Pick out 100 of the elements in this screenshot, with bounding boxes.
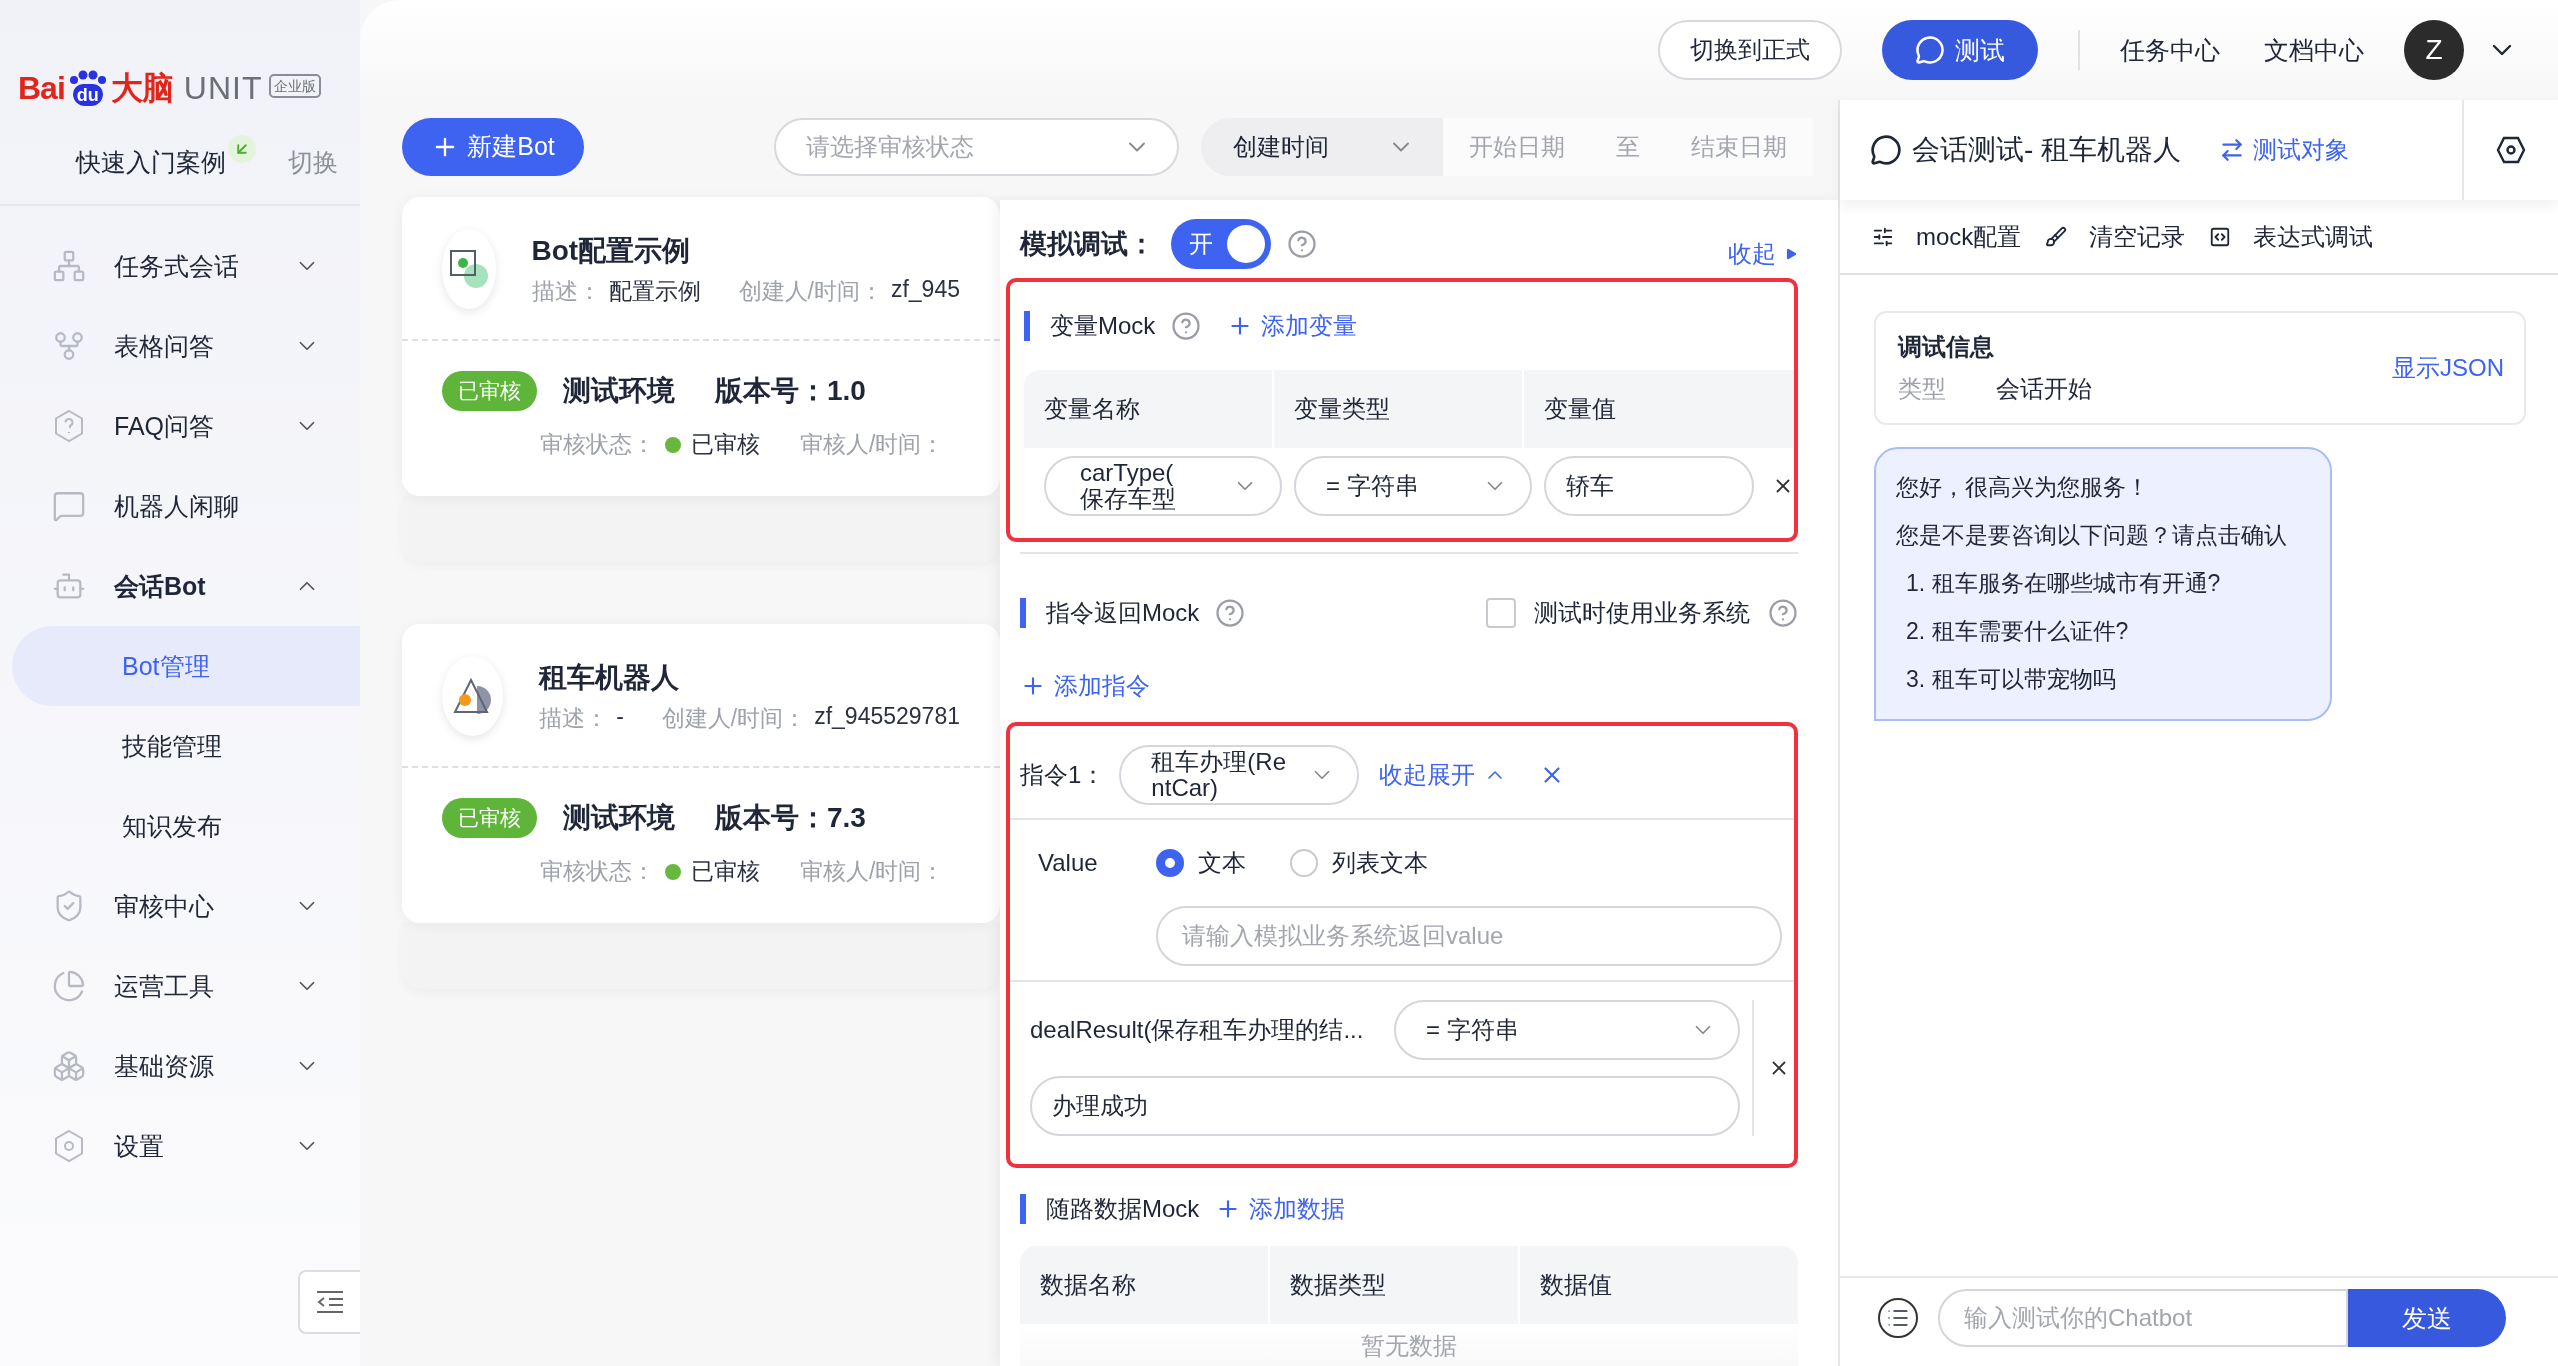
- radio-option[interactable]: 文本: [1156, 847, 1246, 879]
- hexagon-question-icon: [52, 409, 86, 443]
- help-icon[interactable]: [1215, 598, 1246, 628]
- submenu-item[interactable]: 技能管理: [12, 706, 360, 786]
- indent-icon: [315, 1289, 345, 1315]
- checkbox[interactable]: [1486, 598, 1516, 628]
- menu-item[interactable]: 会话Bot: [0, 546, 360, 626]
- menu-item[interactable]: FAQ问答: [0, 386, 360, 466]
- add-data-link[interactable]: 添加数据: [1215, 1193, 1346, 1225]
- suggested-question[interactable]: 1. 租车服务在哪些城市有开通?: [1896, 559, 2310, 607]
- type-label: 类型: [1898, 374, 1946, 404]
- chat-bubble-icon: [1915, 35, 1945, 65]
- menu-item[interactable]: 表格问答: [0, 306, 360, 386]
- boxes-icon: [52, 1049, 86, 1083]
- bot-card[interactable]: Bot配置示例 描述： 配置示例 创建人/时间： zf_945 已审核 测试环境 版本号：1.0 审核状态： 已审核 审核人/时间：: [402, 197, 1000, 496]
- menu-icon[interactable]: [1878, 1298, 1918, 1338]
- info-title: 调试信息: [1898, 332, 1995, 362]
- creator-label: 创建人/时间：: [661, 703, 807, 733]
- command-select[interactable]: 租车办理(RentCar): [1119, 745, 1360, 805]
- settings-icon[interactable]: [2496, 135, 2526, 165]
- nav-link[interactable]: 任务中心: [2120, 33, 2220, 67]
- variable-select[interactable]: carType(保存车型: [1044, 456, 1282, 516]
- column-header: 数据值: [1520, 1246, 1798, 1324]
- chat-title: 会话测试- 租车机器人: [1912, 133, 2182, 167]
- caret-icon: [1784, 247, 1798, 261]
- switch-target-link[interactable]: 测试对象: [2219, 134, 2350, 166]
- collapse-link[interactable]: 收起: [1728, 238, 1798, 270]
- add-command-link[interactable]: 添加指令: [1020, 670, 1150, 702]
- review-status-text: 已审核: [691, 430, 760, 459]
- menu-item[interactable]: 机器人闲聊: [0, 466, 360, 546]
- flowchart-icon: [52, 249, 86, 283]
- menu-item[interactable]: 设置: [0, 1106, 360, 1186]
- code-icon: [2209, 225, 2232, 248]
- help-icon[interactable]: [1287, 229, 1317, 259]
- show-json-link[interactable]: 显示JSON: [2392, 352, 2504, 384]
- menu-item[interactable]: 任务式会话: [0, 226, 360, 306]
- description-label: 描述：: [531, 276, 601, 306]
- type-value: 会话开始: [1996, 374, 2092, 404]
- review-status-label: 审核状态：: [540, 857, 655, 886]
- collapse-expand-link[interactable]: 收起展开: [1379, 759, 1508, 791]
- section-title: 随路数据Mock: [1020, 1194, 1200, 1224]
- review-status-text: 已审核: [691, 857, 760, 886]
- type-select[interactable]: = 字符串: [1294, 456, 1532, 516]
- suggested-question[interactable]: 2. 租车需要什么证件?: [1896, 607, 2310, 655]
- bot-title: Bot配置示例: [531, 233, 692, 268]
- menu-item[interactable]: 审核中心: [0, 866, 360, 946]
- sort-select[interactable]: 创建时间: [1201, 117, 1443, 176]
- description-text: -: [616, 702, 624, 731]
- send-button[interactable]: 发送: [2348, 1289, 2506, 1347]
- environment-text: 测试环境: [563, 801, 675, 835]
- add-variable-link[interactable]: 添加变量: [1227, 310, 1358, 342]
- description-text: 配置示例: [608, 276, 701, 306]
- reviewer-label: 审核人/时间：: [800, 430, 945, 459]
- toolbar-button[interactable]: 清空记录: [2045, 220, 2186, 253]
- message-input[interactable]: 输入测试你的Chatbot: [1938, 1289, 2348, 1347]
- creator-label: 创建人/时间：: [738, 276, 883, 306]
- nav-link[interactable]: 文档中心: [2264, 33, 2364, 67]
- creator-text: zf_945529781: [814, 702, 960, 731]
- environment-text: 测试环境: [563, 374, 675, 408]
- bot-title: 租车机器人: [539, 660, 681, 695]
- section-title: 变量Mock: [1024, 311, 1156, 341]
- column-header: 变量值: [1524, 370, 1794, 448]
- value-field[interactable]: 轿车: [1544, 456, 1754, 516]
- menu-item[interactable]: 运营工具: [0, 946, 360, 1026]
- toolbar-button[interactable]: mock配置: [1872, 220, 2022, 253]
- reviewer-label: 审核人/时间：: [800, 857, 945, 886]
- help-icon[interactable]: [1171, 311, 1202, 341]
- logo[interactable]: Bai du 大脑 UNIT 企业版: [18, 60, 342, 106]
- quick-start-link[interactable]: 快速入门案例: [76, 145, 226, 179]
- status-dot: [665, 436, 681, 453]
- bot-card[interactable]: 租车机器人 描述： - 创建人/时间： zf_945529781 已审核 测试环境 版本号：7.3 审核状态： 已审核 审核人/时间：: [402, 624, 1000, 923]
- submenu-item[interactable]: 知识发布: [12, 786, 360, 866]
- suggested-question[interactable]: 3. 租车可以带宠物吗: [1896, 655, 2310, 703]
- toolbar-button[interactable]: 表达式调试: [2209, 220, 2374, 253]
- sliders-icon: [1872, 225, 1894, 248]
- submenu-item[interactable]: Bot管理: [12, 626, 360, 706]
- type-select[interactable]: = 字符串: [1394, 1000, 1740, 1060]
- creator-text: zf_945: [890, 275, 960, 304]
- review-status-label: 审核状态：: [540, 430, 655, 459]
- fork-icon: [52, 329, 86, 363]
- column-header: 数据类型: [1270, 1246, 1518, 1324]
- brush-icon: [2045, 225, 2068, 248]
- new-bot-button[interactable]: 新建Bot: [402, 117, 584, 176]
- help-icon[interactable]: [1768, 598, 1798, 628]
- column-header: 数据名称: [1020, 1246, 1268, 1324]
- user-avatar[interactable]: Z: [2404, 20, 2464, 80]
- value-label: Value: [1038, 849, 1099, 877]
- panel-title: 模拟调试：: [1020, 228, 1155, 261]
- description-label: 描述：: [539, 703, 609, 733]
- mock-toggle[interactable]: 开: [1171, 219, 1271, 269]
- radio-option[interactable]: 列表文本: [1290, 847, 1428, 879]
- menu-item[interactable]: 基础资源: [0, 1026, 360, 1106]
- status-badge: 已审核: [442, 371, 537, 411]
- test-button[interactable]: 测试: [1882, 20, 2038, 80]
- switch-production-button[interactable]: 切换到正式: [1658, 20, 1842, 80]
- slot-name: dealResult(保存租车办理的结...: [1030, 1015, 1364, 1045]
- collapse-sidebar-button[interactable]: [298, 1270, 360, 1334]
- arrow-badge-icon: [228, 135, 256, 163]
- value-input[interactable]: 请输入模拟业务系统返回value: [1156, 906, 1782, 966]
- value-field[interactable]: 办理成功: [1030, 1076, 1740, 1136]
